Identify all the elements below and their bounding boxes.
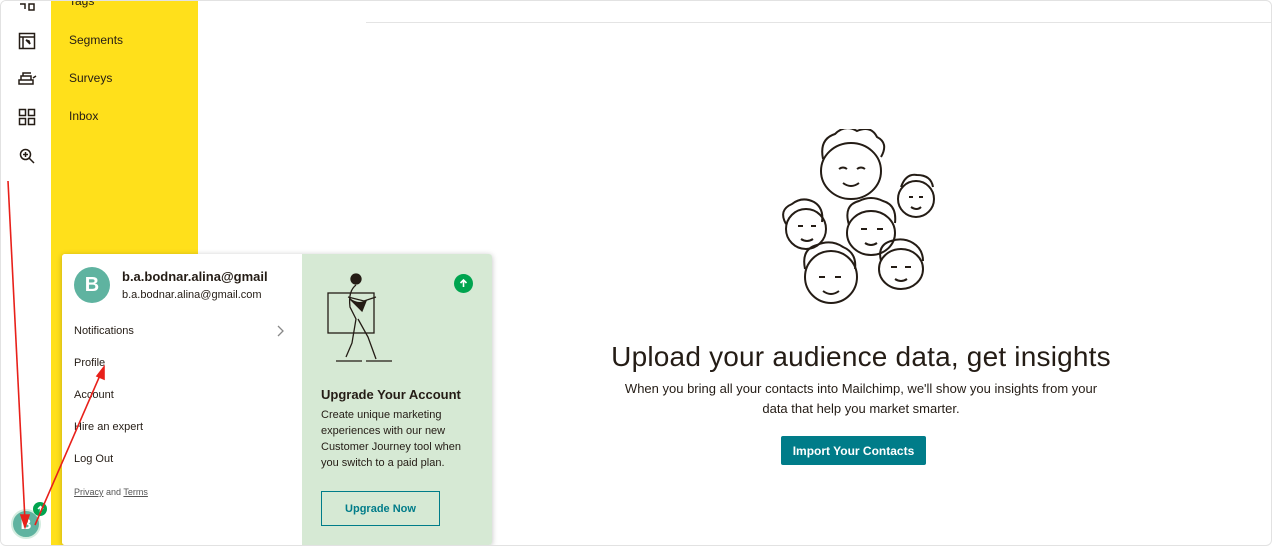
menu-item-hire-expert[interactable]: Hire an expert	[74, 421, 143, 433]
upgrade-illustration	[327, 273, 392, 362]
upgrade-now-button[interactable]: Upgrade Now	[321, 491, 440, 526]
terms-link[interactable]: Terms	[123, 487, 148, 497]
icon-rail	[1, 1, 51, 545]
integrations-icon[interactable]	[17, 1, 37, 17]
nav-item-segments[interactable]: Segments	[69, 33, 123, 47]
menu-item-logout[interactable]: Log Out	[74, 453, 113, 465]
account-avatar: B	[74, 267, 110, 303]
audience-illustration	[782, 129, 935, 304]
legal-and-text: and	[106, 487, 122, 497]
search-icon[interactable]	[17, 146, 37, 166]
header-divider	[366, 22, 1271, 23]
empty-state-title: Upload your audience data, get insights	[611, 341, 1111, 372]
empty-state-description: When you bring all your contacts into Ma…	[601, 379, 1121, 419]
account-menu-popover: B b.a.bodnar.alina@gmail b.a.bodnar.alin…	[62, 254, 492, 545]
account-email: b.a.bodnar.alina@gmail.com	[122, 289, 262, 301]
empty-state-description-line1: When you bring all your contacts into Ma…	[624, 381, 1098, 396]
account-menu-panel: B b.a.bodnar.alina@gmail b.a.bodnar.alin…	[62, 254, 302, 545]
account-name: b.a.bodnar.alina@gmail	[122, 269, 268, 284]
automations-icon[interactable]	[17, 69, 37, 89]
nav-item-inbox[interactable]: Inbox	[69, 109, 98, 123]
upgrade-description: Create unique marketing experiences with…	[321, 409, 462, 469]
grid-icon[interactable]	[17, 107, 37, 127]
empty-state-description-line2: data that help you market smarter.	[762, 401, 960, 416]
menu-item-notifications[interactable]: Notifications	[74, 325, 134, 337]
nav-item-surveys[interactable]: Surveys	[69, 71, 112, 85]
privacy-link[interactable]: Privacy	[74, 487, 104, 497]
upgrade-panel: Upgrade Your Account Create unique marke…	[302, 254, 492, 545]
upgrade-badge-icon	[33, 502, 47, 516]
chevron-right-icon	[277, 325, 284, 337]
menu-item-profile[interactable]: Profile	[74, 357, 105, 369]
app-window: Tags Segments Surveys Inbox Upload your …	[0, 0, 1272, 546]
legal-links: Privacy and Terms	[74, 487, 148, 497]
website-icon[interactable]	[17, 31, 37, 51]
menu-item-account[interactable]: Account	[74, 389, 114, 401]
nav-item-tags[interactable]: Tags	[69, 1, 94, 8]
import-contacts-button[interactable]: Import Your Contacts	[781, 436, 926, 465]
upgrade-title: Upgrade Your Account	[321, 387, 461, 402]
upgrade-arrow-icon	[454, 274, 473, 293]
